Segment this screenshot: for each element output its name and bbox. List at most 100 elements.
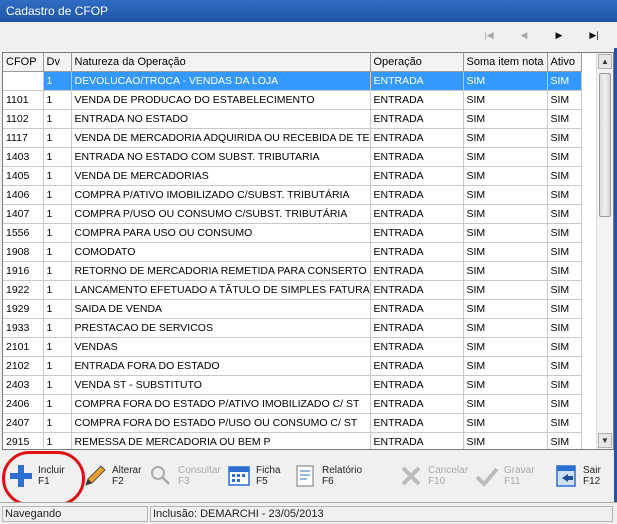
scroll-thumb[interactable] xyxy=(599,73,611,217)
table-cell: ENTRADA xyxy=(370,185,464,205)
status-info: Inclusão: DEMARCHI - 23/05/2013 xyxy=(150,506,613,522)
table-cell: 2102 xyxy=(3,356,44,376)
status-bar: Navegando Inclusão: DEMARCHI - 23/05/201… xyxy=(0,502,617,524)
table-cell: 1 xyxy=(43,375,72,395)
header-row: CFOP Dv Natureza da Operação Operação So… xyxy=(3,53,582,72)
table-cell: SIM xyxy=(547,299,582,319)
table-cell: REMESSA DE MERCADORIA OU BEM P xyxy=(71,432,371,449)
table-cell: SIM xyxy=(463,337,548,357)
table-cell: 1 xyxy=(43,318,72,338)
last-record-button[interactable]: ▶| xyxy=(586,28,602,42)
table-cell: 2407 xyxy=(3,413,44,433)
table-cell: 1 xyxy=(43,337,72,357)
table-cell: 1405 xyxy=(3,166,44,186)
table-cell: SIM xyxy=(463,356,548,376)
calendar-icon xyxy=(226,463,252,489)
cancelar-button[interactable]: Cancelar F10 xyxy=(398,455,468,501)
table-cell: 1 xyxy=(43,128,72,148)
column-header[interactable]: Ativo xyxy=(547,53,582,72)
vertical-scrollbar[interactable]: ▲ ▼ xyxy=(596,53,613,449)
table-row[interactable]: 2102 1 ENTRADA FORA DO ESTADO ENTRADA SIM SIM xyxy=(3,356,582,376)
table-cell: 2915 xyxy=(3,432,44,449)
alterar-button[interactable]: Alterar F2 xyxy=(82,455,144,501)
incluir-button[interactable]: Incluir F1 xyxy=(8,455,70,501)
table-cell: SIM xyxy=(547,261,582,281)
relatorio-button[interactable]: Relatório F6 xyxy=(292,455,366,501)
consultar-label: Consultar F3 xyxy=(178,465,221,487)
table-cell: ENTRADA xyxy=(370,223,464,243)
column-header[interactable]: CFOP xyxy=(3,53,44,72)
column-header[interactable]: Natureza da Operação xyxy=(71,53,371,72)
table-cell: 1 xyxy=(43,432,72,449)
gravar-label: Gravar F11 xyxy=(504,465,535,487)
table-cell: 1 xyxy=(43,261,72,281)
table-row[interactable]: 1929 1 SAIDA DE VENDA ENTRADA SIM SIM xyxy=(3,299,582,319)
table-cell: SIM xyxy=(463,299,548,319)
column-header[interactable]: Dv xyxy=(43,53,72,72)
table-row[interactable]: 2406 1 COMPRA FORA DO ESTADO P/ATIVO IMOBI… xyxy=(3,394,582,414)
table-row[interactable]: 1117 1 VENDA DE MERCADORIA ADQUIRIDA OU RE… xyxy=(3,128,582,148)
table-row[interactable]: 1922 1 LANCAMENTO EFETUADO A TÃ­TULO DE SI… xyxy=(3,280,582,300)
table-cell: 1 xyxy=(43,223,72,243)
table-cell: ENTRADA xyxy=(370,90,464,110)
table-cell: 1101 xyxy=(3,90,44,110)
table-cell: LANCAMENTO EFETUADO A TÃ­TULO DE SIMPLES… xyxy=(71,280,371,300)
table-cell: SIM xyxy=(463,147,548,167)
table-row[interactable]: 1403 1 ENTRADA NO ESTADO COM SUBST. TRIBUT… xyxy=(3,147,582,167)
column-header[interactable]: Operação xyxy=(370,53,464,72)
table-row[interactable]: 1 DEVOLUCAO/TROCA - VENDAS DA LOJA ENTRADA… xyxy=(3,71,582,91)
table-row[interactable]: 1933 1 PRESTACAO DE SERVICOS ENTRADA SIM SIM xyxy=(3,318,582,338)
window-title: Cadastro de CFOP xyxy=(0,0,617,22)
table-row[interactable]: 2915 1 REMESSA DE MERCADORIA OU BEM P ENTRA… xyxy=(3,432,582,449)
status-mode: Navegando xyxy=(2,506,148,522)
table-cell: ENTRADA xyxy=(370,166,464,186)
next-record-button[interactable]: ▶ xyxy=(551,28,567,42)
table-cell: 1117 xyxy=(3,128,44,148)
table-cell: 1933 xyxy=(3,318,44,338)
gravar-button[interactable]: Gravar F11 xyxy=(474,455,540,501)
consultar-button[interactable]: Consultar F3 xyxy=(148,455,221,501)
table-cell: SIM xyxy=(547,432,582,449)
table-cell: SAIDA DE VENDA xyxy=(71,299,371,319)
table-cell: VENDA DE MERCADORIA ADQUIRIDA OU RECEBID… xyxy=(71,128,371,148)
table-row[interactable]: 2407 1 COMPRA FORA DO ESTADO P/USO OU CONS… xyxy=(3,413,582,433)
table-cell: 1916 xyxy=(3,261,44,281)
column-header[interactable]: Soma item nota xyxy=(463,53,548,72)
table-row[interactable]: 1407 1 COMPRA P/USO OU CONSUMO C/SUBST. TR… xyxy=(3,204,582,224)
table-cell: 2101 xyxy=(3,337,44,357)
scroll-down-icon[interactable]: ▼ xyxy=(598,433,612,448)
table-cell: SIM xyxy=(547,223,582,243)
table-row[interactable]: 1102 1 ENTRADA NO ESTADO ENTRADA SIM SIM xyxy=(3,109,582,129)
prev-record-button[interactable]: ◀ xyxy=(516,28,532,42)
table-cell: SIM xyxy=(547,356,582,376)
table-cell: 1 xyxy=(43,242,72,262)
table-row[interactable]: 1101 1 VENDA DE PRODUCAO DO ESTABELECIMENT… xyxy=(3,90,582,110)
table-row[interactable]: 1908 1 COMODATO ENTRADA SIM SIM xyxy=(3,242,582,262)
table-cell: COMPRA FORA DO ESTADO P/ATIVO IMOBILIZAD… xyxy=(71,394,371,414)
report-icon xyxy=(292,463,318,489)
cfop-grid[interactable]: CFOP Dv Natureza da Operação Operação So… xyxy=(2,52,614,450)
alterar-label: Alterar F2 xyxy=(112,465,142,487)
plus-icon xyxy=(8,463,34,489)
table-cell: COMODATO xyxy=(71,242,371,262)
table-row[interactable]: 2403 1 VENDA ST - SUBSTITUTO ENTRADA SIM SIM xyxy=(3,375,582,395)
table-cell: SIM xyxy=(547,375,582,395)
table-cell: VENDAS xyxy=(71,337,371,357)
sair-button[interactable]: Sair F12 xyxy=(553,455,613,501)
table-row[interactable]: 1405 1 VENDA DE MERCADORIAS ENTRADA SIM SIM xyxy=(3,166,582,186)
table-row[interactable]: 1916 1 RETORNO DE MERCADORIA REMETIDA PARA… xyxy=(3,261,582,281)
table-cell: SIM xyxy=(463,166,548,186)
cancelar-label: Cancelar F10 xyxy=(428,465,469,487)
table-cell: ENTRADA xyxy=(370,394,464,414)
table-row[interactable]: 2101 1 VENDAS ENTRADA SIM SIM xyxy=(3,337,582,357)
ficha-button[interactable]: Ficha F5 xyxy=(226,455,286,501)
first-record-button[interactable]: |◀ xyxy=(481,28,497,42)
table-row[interactable]: 1406 1 COMPRA P/ATIVO IMOBILIZADO C/SUBST.… xyxy=(3,185,582,205)
table-row[interactable]: 1556 1 COMPRA PARA USO OU CONSUMO ENTRADA SI… xyxy=(3,223,582,243)
table-cell: SIM xyxy=(463,90,548,110)
table-cell: SIM xyxy=(547,109,582,129)
table-cell: RETORNO DE MERCADORIA REMETIDA PARA CONS… xyxy=(71,261,371,281)
table-cell: SIM xyxy=(547,71,582,91)
table-cell: COMPRA P/USO OU CONSUMO C/SUBST. TRIBUTÁ… xyxy=(71,204,371,224)
scroll-up-icon[interactable]: ▲ xyxy=(598,54,612,69)
